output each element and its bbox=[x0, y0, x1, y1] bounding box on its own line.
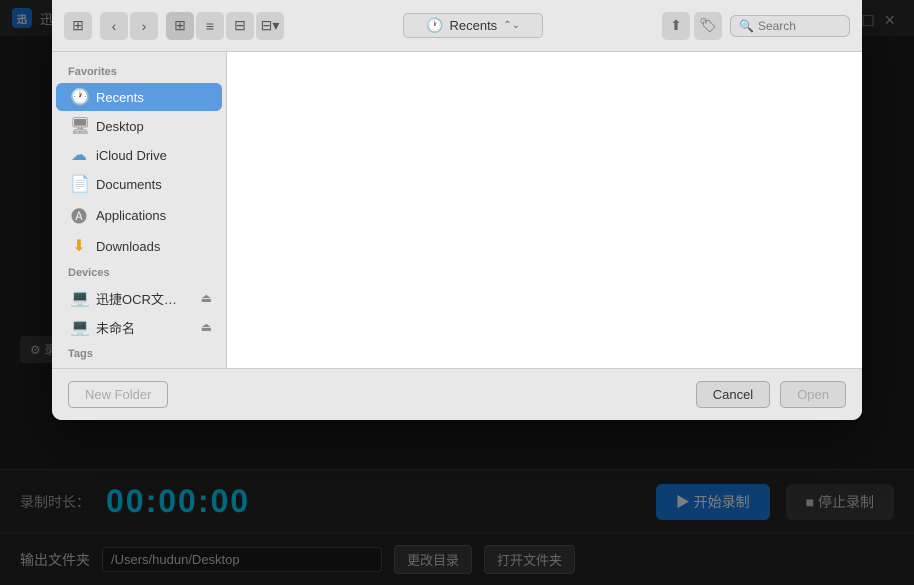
modal-overlay: ⊞ ‹ › ⊞ ≡ ⊟ ⊟▾ 🕐 Recents ⌃⌄ bbox=[0, 0, 914, 585]
documents-label: Documents bbox=[96, 177, 162, 192]
location-icon: 🕐 bbox=[426, 17, 443, 34]
device1-label: 迅捷OCR文… bbox=[96, 289, 177, 308]
open-button[interactable]: Open bbox=[780, 381, 846, 408]
desktop-icon: 🖥 bbox=[70, 116, 88, 136]
icloud-label: iCloud Drive bbox=[96, 148, 167, 163]
picker-toolbar: ⊞ ‹ › ⊞ ≡ ⊟ ⊟▾ 🕐 Recents ⌃⌄ bbox=[52, 0, 862, 52]
applications-icon: 🅐 bbox=[70, 203, 88, 227]
icloud-icon: ☁ bbox=[70, 145, 88, 165]
downloads-label: Downloads bbox=[96, 239, 160, 254]
back-button[interactable]: ‹ bbox=[100, 12, 128, 40]
action-buttons: ⬆ 🏷 bbox=[662, 12, 722, 40]
device2-label: 未命名 bbox=[96, 318, 135, 337]
device1-icon: 💻 bbox=[70, 288, 88, 308]
sidebar-toggle-button[interactable]: ⊞ bbox=[64, 12, 92, 40]
picker-footer: New Folder Cancel Open bbox=[52, 368, 862, 420]
location-text: Recents bbox=[449, 18, 497, 33]
location-chevron-icon: ⌃⌄ bbox=[503, 20, 520, 31]
picker-main-content bbox=[227, 52, 862, 368]
sidebar-item-device1[interactable]: 💻 迅捷OCR文… ⏏ bbox=[56, 284, 222, 312]
device2-icon: 💻 bbox=[70, 317, 88, 337]
favorites-label: Favorites bbox=[52, 60, 226, 82]
new-folder-button[interactable]: New Folder bbox=[68, 381, 168, 408]
search-icon: 🔍 bbox=[739, 19, 754, 33]
forward-button[interactable]: › bbox=[130, 12, 158, 40]
gallery-view-button[interactable]: ⊟▾ bbox=[256, 12, 284, 40]
grid-view-button[interactable]: ⊞ bbox=[166, 12, 194, 40]
recents-icon: 🕐 bbox=[70, 87, 88, 107]
cancel-button[interactable]: Cancel bbox=[696, 381, 770, 408]
sidebar-item-downloads[interactable]: ⬇ Downloads bbox=[56, 232, 222, 260]
search-box[interactable]: 🔍 bbox=[730, 15, 850, 37]
picker-sidebar: Favorites 🕐 Recents 🖥 Desktop ☁ iCloud D… bbox=[52, 52, 227, 368]
picker-body: Favorites 🕐 Recents 🖥 Desktop ☁ iCloud D… bbox=[52, 52, 862, 368]
sidebar-item-applications[interactable]: 🅐 Applications bbox=[56, 199, 222, 231]
location-display[interactable]: 🕐 Recents ⌃⌄ bbox=[403, 13, 543, 38]
sidebar-item-documents[interactable]: 📄 Documents bbox=[56, 170, 222, 198]
file-picker-dialog: ⊞ ‹ › ⊞ ≡ ⊟ ⊟▾ 🕐 Recents ⌃⌄ bbox=[52, 0, 862, 420]
sidebar-item-icloud[interactable]: ☁ iCloud Drive bbox=[56, 141, 222, 169]
sidebar-item-recents[interactable]: 🕐 Recents bbox=[56, 83, 222, 111]
recents-label: Recents bbox=[96, 90, 144, 105]
sidebar-toggle-icon: ⊞ bbox=[72, 17, 84, 34]
share-button[interactable]: ⬆ bbox=[662, 12, 690, 40]
downloads-icon: ⬇ bbox=[70, 236, 88, 256]
column-view-button[interactable]: ⊟ bbox=[226, 12, 254, 40]
tags-label: Tags bbox=[52, 342, 226, 364]
search-input[interactable] bbox=[758, 19, 838, 33]
devices-label: Devices bbox=[52, 261, 226, 283]
list-view-button[interactable]: ≡ bbox=[196, 12, 224, 40]
desktop-label: Desktop bbox=[96, 119, 144, 134]
device1-eject-icon[interactable]: ⏏ bbox=[201, 291, 212, 305]
applications-label: Applications bbox=[96, 208, 166, 223]
sidebar-item-device2[interactable]: 💻 未命名 ⏏ bbox=[56, 313, 222, 341]
documents-icon: 📄 bbox=[70, 174, 88, 194]
device2-eject-icon[interactable]: ⏏ bbox=[201, 320, 212, 334]
sidebar-item-desktop[interactable]: 🖥 Desktop bbox=[56, 112, 222, 140]
tag-button[interactable]: 🏷 bbox=[694, 12, 722, 40]
nav-buttons: ‹ › bbox=[100, 12, 158, 40]
view-buttons: ⊞ ≡ ⊟ ⊟▾ bbox=[166, 12, 284, 40]
